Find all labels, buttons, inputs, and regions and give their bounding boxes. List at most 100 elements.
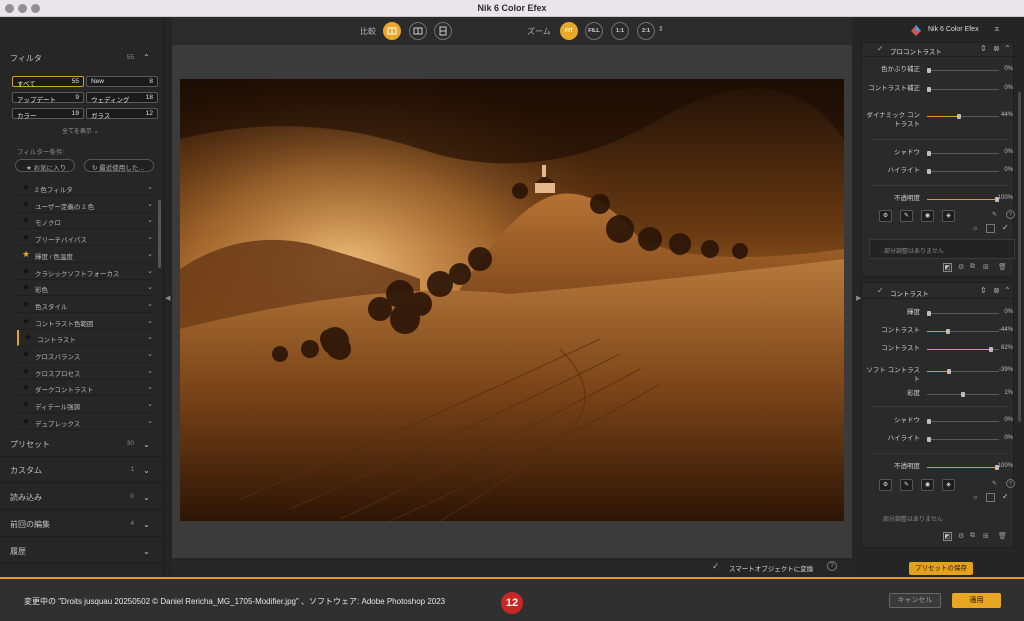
filter-contrast[interactable]: ★ コントラスト ⌄ bbox=[17, 330, 155, 347]
chevron-down-icon[interactable]: ⌄ bbox=[147, 317, 153, 325]
chevron-down-icon[interactable]: ⌄ bbox=[142, 547, 151, 556]
chevron-up-icon[interactable]: ⌃ bbox=[1004, 44, 1011, 53]
star-icon[interactable]: ★ bbox=[22, 316, 30, 327]
filter-cross-process[interactable]: ★ クロスプロセス ⌄ bbox=[17, 364, 155, 380]
slider-track[interactable] bbox=[927, 311, 999, 316]
smart-object-checkbox[interactable]: ✓ bbox=[712, 561, 720, 572]
filter-tag-all[interactable]: すべて 55 bbox=[12, 76, 84, 88]
help-icon[interactable]: ? bbox=[1006, 210, 1015, 219]
history-section[interactable]: 履歴 ⌄ bbox=[0, 538, 164, 564]
slider-knob[interactable] bbox=[989, 347, 993, 352]
compare-split-button[interactable] bbox=[383, 22, 401, 40]
cancel-button[interactable]: キャンセル bbox=[889, 593, 941, 608]
filter-bleach-bypass[interactable]: ★ ブリーチバイパス ⌄ bbox=[17, 230, 155, 247]
filter-cross-balance[interactable]: ★ クロスバランス ⌄ bbox=[17, 347, 155, 363]
collapse-up-icon[interactable]: ⌅ bbox=[993, 23, 1001, 34]
chevron-down-icon[interactable]: ⌄ bbox=[147, 300, 153, 308]
star-icon[interactable]: ★ bbox=[22, 266, 30, 277]
presets-section[interactable]: プリセット 30 ⌄ bbox=[0, 431, 164, 457]
copy-icon[interactable]: ⧉ bbox=[970, 263, 975, 271]
save-preset-button[interactable]: プリセットの保存 bbox=[909, 562, 973, 575]
slider-track[interactable] bbox=[927, 329, 999, 334]
chevron-down-icon[interactable]: ⌄ bbox=[147, 267, 153, 275]
filter-tag-update[interactable]: アップデート 9 bbox=[12, 92, 84, 104]
slider-knob[interactable] bbox=[927, 437, 931, 442]
mask-options-icon[interactable]: ✎ bbox=[992, 211, 997, 218]
ai-mask-icon[interactable]: ◈ bbox=[942, 479, 955, 491]
slider-track[interactable] bbox=[927, 392, 999, 397]
slider-knob[interactable] bbox=[946, 329, 950, 334]
star-icon[interactable]: ★ bbox=[22, 282, 30, 293]
star-icon[interactable]: ★ bbox=[22, 249, 30, 260]
star-icon[interactable]: ★ bbox=[22, 399, 30, 410]
ai-mask-icon[interactable]: ◈ bbox=[942, 210, 955, 222]
star-icon[interactable]: ★ bbox=[22, 232, 30, 243]
slider-track[interactable] bbox=[927, 114, 999, 119]
slider-track[interactable] bbox=[927, 68, 999, 73]
slider-track[interactable] bbox=[927, 369, 999, 374]
chevron-down-icon[interactable]: ⌄ bbox=[147, 183, 153, 191]
slider-track[interactable] bbox=[927, 197, 999, 202]
brush-settings-icon[interactable]: ⚙ bbox=[879, 479, 892, 491]
apply-button[interactable]: 適用 bbox=[952, 593, 1001, 608]
mask-apply-checkbox[interactable]: ✓ bbox=[1002, 492, 1009, 501]
chevron-down-icon[interactable]: ⌄ bbox=[147, 250, 153, 258]
zoom-fit-button[interactable]: FIT bbox=[560, 22, 578, 40]
slider-knob[interactable] bbox=[927, 169, 931, 174]
star-icon[interactable]: ★ bbox=[22, 416, 30, 427]
star-icon[interactable]: ★ bbox=[22, 366, 30, 377]
mask-options-icon[interactable]: ✎ bbox=[992, 480, 997, 487]
control-point-icon[interactable]: ◉ bbox=[921, 479, 934, 491]
enable-checkbox[interactable]: ✓ bbox=[877, 286, 884, 295]
gear-icon[interactable]: ⚙ bbox=[958, 263, 964, 271]
recent-pill[interactable]: ↻ 最近使用した… bbox=[84, 159, 154, 172]
brush-icon[interactable]: ✎ bbox=[900, 479, 913, 491]
filter-section-header[interactable]: フィルタ 55 ⌃ bbox=[0, 44, 164, 68]
mask-view-icon[interactable] bbox=[986, 224, 995, 233]
close-circle-icon[interactable]: ⊗ bbox=[993, 286, 1000, 295]
chevron-down-icon[interactable]: ⌄ bbox=[147, 216, 153, 224]
filter-color-style[interactable]: ★ 色スタイル ⌄ bbox=[17, 297, 155, 313]
enable-checkbox[interactable]: ✓ bbox=[877, 44, 884, 53]
filter-list-scrollbar[interactable] bbox=[158, 200, 161, 268]
filter-custom-2-color[interactable]: ★ ユーザー定義の 2 色 ⌄ bbox=[17, 197, 155, 213]
star-icon[interactable]: ★ bbox=[22, 299, 30, 310]
slider-track[interactable] bbox=[927, 169, 999, 174]
duplicate-icon[interactable]: ⊞ bbox=[983, 532, 989, 540]
panel-header[interactable]: ✓ コントラスト ⇕ ⊗ ⌃ bbox=[862, 285, 1015, 299]
chevron-down-icon[interactable]: ⌄ bbox=[142, 466, 151, 475]
reorder-icon[interactable]: ⇕ bbox=[980, 286, 987, 295]
slider-track[interactable] bbox=[927, 437, 999, 442]
panel-header[interactable]: ✓ プロコントラスト ⇕ ⊗ ⌃ bbox=[862, 43, 1015, 57]
slider-knob[interactable] bbox=[957, 114, 961, 119]
filter-2-color[interactable]: ★ 2 色フィルタ ⌄ bbox=[17, 180, 155, 196]
star-icon[interactable]: ★ bbox=[22, 382, 30, 393]
gear-icon[interactable]: ⚙ bbox=[958, 532, 964, 540]
filter-tint[interactable]: ★ 彩色 ⌄ bbox=[17, 280, 155, 297]
chevron-down-icon[interactable]: ⌄ bbox=[142, 493, 151, 502]
chevron-down-icon[interactable]: ⌄ bbox=[147, 233, 153, 241]
star-icon[interactable]: ★ bbox=[24, 332, 32, 343]
star-icon[interactable]: ★ bbox=[22, 199, 30, 210]
filter-dark-contrast[interactable]: ★ ダークコントラスト ⌄ bbox=[17, 380, 155, 397]
chevron-down-icon[interactable]: ⌄ bbox=[147, 400, 153, 408]
slider-knob[interactable] bbox=[947, 369, 951, 374]
filter-mono[interactable]: ★ モノクロ ⌄ bbox=[17, 213, 155, 230]
help-icon[interactable]: ? bbox=[827, 561, 837, 571]
slider-track[interactable] bbox=[927, 465, 999, 470]
mask-invert-icon[interactable]: ◩ bbox=[943, 532, 952, 541]
chevron-down-icon[interactable]: ⌄ bbox=[142, 520, 151, 529]
compare-side-by-side-button[interactable] bbox=[409, 22, 427, 40]
help-icon[interactable]: ? bbox=[1006, 479, 1015, 488]
filter-brightness-warmth[interactable]: ★ 輝度 / 色温度 ⌄ bbox=[17, 247, 155, 263]
right-panel-scrollbar[interactable] bbox=[1018, 92, 1021, 422]
chevron-down-icon[interactable]: ⌄ bbox=[147, 283, 153, 291]
zoom-2-1-button[interactable]: 2:1 bbox=[637, 22, 655, 40]
show-all-link[interactable]: 全てを表示 ⌄ bbox=[62, 126, 99, 135]
star-icon[interactable]: ★ bbox=[22, 349, 30, 360]
slider-track[interactable] bbox=[927, 151, 999, 156]
slider-track[interactable] bbox=[927, 87, 999, 92]
collapse-left-panel-icon[interactable]: ◀ bbox=[165, 294, 170, 302]
filter-tag-new[interactable]: New 8 bbox=[86, 76, 158, 87]
slider-knob[interactable] bbox=[927, 87, 931, 92]
